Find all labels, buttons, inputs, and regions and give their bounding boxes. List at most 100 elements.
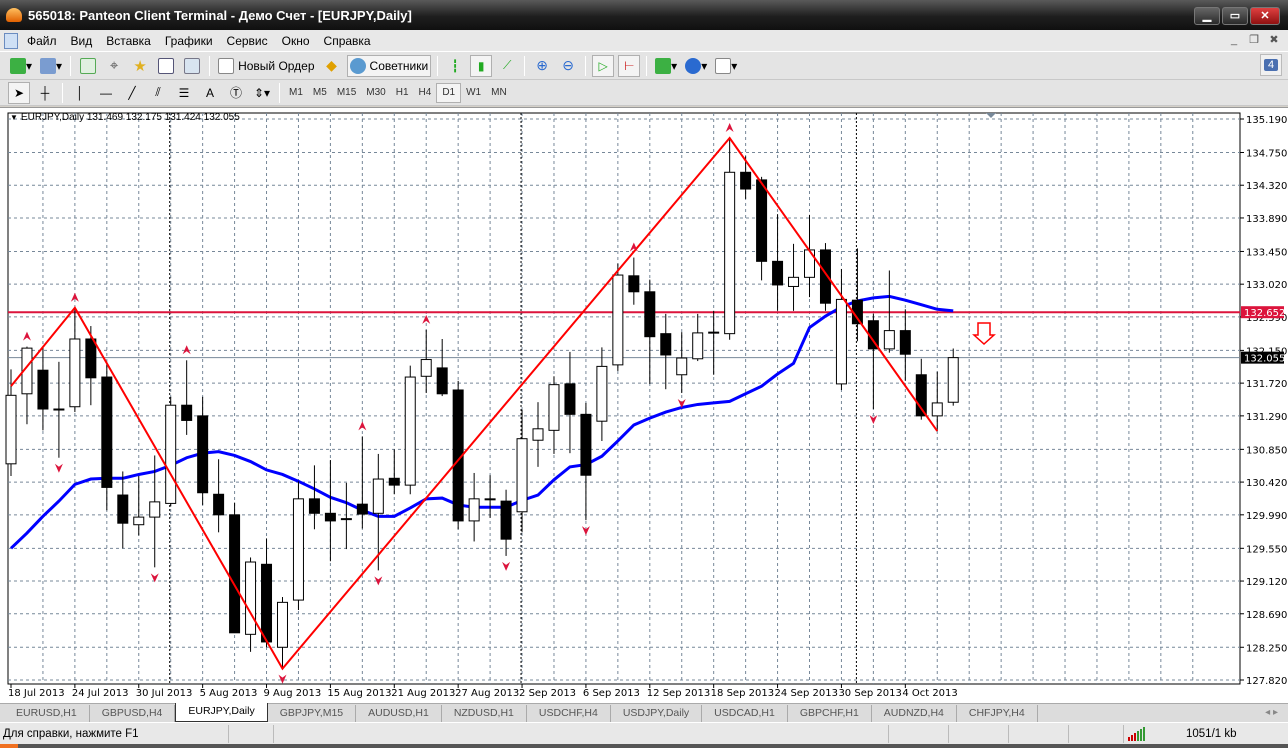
chart-tab[interactable]: AUDUSD,H1	[356, 705, 442, 722]
traffic-counter: 1051/1 kb	[1186, 727, 1237, 740]
new-order-button[interactable]: Новый Ордер	[216, 55, 316, 77]
trendline-tool[interactable]: ╱	[121, 82, 143, 104]
tab-scroll-arrows[interactable]: ◂ ▸	[1265, 707, 1278, 718]
text-label-tool[interactable]: Ⓣ	[225, 82, 247, 104]
menu-tools[interactable]: Сервис	[220, 34, 275, 48]
candle-body	[85, 338, 97, 379]
mdi-minimize-button[interactable]: _	[1226, 33, 1242, 48]
profiles-icon	[40, 57, 57, 74]
y-tick-label: 127.820	[1246, 676, 1287, 687]
y-tick-label: 130.850	[1246, 445, 1287, 456]
templates-button[interactable]: ▾	[713, 55, 739, 77]
timeframe-h1[interactable]: H1	[391, 83, 414, 103]
chart-window-icon[interactable]	[4, 32, 18, 49]
plot-area	[7, 112, 1241, 685]
horizontal-line-tool[interactable]: —	[95, 82, 117, 104]
candle-body	[229, 514, 241, 634]
menu-help[interactable]: Справка	[317, 34, 378, 48]
price-chart[interactable]: 135.190 134.750 134.320 133.890 133.450 133.0…	[0, 108, 1288, 704]
chart-tab[interactable]: GBPUSD,H4	[90, 705, 176, 722]
notifications-button[interactable]: 4	[1260, 54, 1282, 76]
market-watch-button[interactable]	[77, 55, 99, 77]
timeframe-d1[interactable]: D1	[436, 82, 462, 103]
cursor-tool[interactable]: ➤	[8, 81, 30, 104]
new-chart-button[interactable]: ▾	[8, 55, 34, 77]
timeframe-w1[interactable]: W1	[461, 83, 486, 103]
x-tick-label: 30 Jul 2013	[136, 688, 193, 699]
menu-bar: Файл Вид Вставка Графики Сервис Окно Спр…	[0, 30, 1288, 52]
candle-body	[197, 415, 209, 494]
line-chart-icon: ⟋	[502, 58, 512, 72]
candle-body	[564, 383, 576, 415]
timeframe-h4[interactable]: H4	[414, 83, 437, 103]
y-tick-label: 135.190	[1246, 115, 1287, 126]
timeframe-m1[interactable]: M1	[284, 83, 308, 103]
mdi-close-button[interactable]: ✖	[1266, 33, 1282, 48]
x-tick-label: 9 Aug 2013	[264, 688, 322, 699]
timeframe-m5[interactable]: M5	[308, 83, 332, 103]
mdi-restore-button[interactable]: ❐	[1246, 33, 1262, 48]
minimize-button[interactable]: ▁	[1194, 7, 1220, 25]
chart-tab[interactable]: NZDUSD,H1	[442, 705, 527, 722]
y-tick-label: 128.250	[1246, 643, 1287, 654]
plus-chart-icon	[10, 57, 26, 74]
chart-tab[interactable]: GBPCHF,H1	[788, 705, 872, 722]
navigator-button[interactable]: ★	[129, 55, 151, 77]
crosshair-tool[interactable]: ┼	[34, 82, 56, 104]
menu-file[interactable]: Файл	[20, 34, 64, 48]
text-icon: A	[205, 85, 214, 100]
timeframe-mn[interactable]: MN	[486, 83, 512, 103]
window-title: 565018: Panteon Client Terminal - Демо С…	[28, 7, 412, 23]
timeframe-m30[interactable]: M30	[361, 83, 390, 103]
horizontal-line-icon: —	[100, 85, 112, 100]
strategy-tester-button[interactable]	[181, 55, 203, 77]
y-tick-label: 133.020	[1246, 280, 1287, 291]
text-tool[interactable]: A	[199, 82, 221, 104]
timeframe-m15[interactable]: M15	[332, 83, 361, 103]
candle	[612, 263, 624, 371]
menu-charts[interactable]: Графики	[158, 34, 220, 48]
terminal-button[interactable]	[155, 55, 177, 77]
chart-tab[interactable]: USDJPY,Daily	[611, 705, 703, 722]
candle-body	[372, 478, 384, 514]
chart-tab[interactable]: GBPJPY,M15	[268, 705, 357, 722]
periods-button[interactable]: ▾	[683, 55, 709, 77]
profiles-button[interactable]: ▾	[38, 55, 64, 77]
candlestick-chart-button[interactable]: ▮	[470, 54, 493, 77]
indicators-button[interactable]: ▾	[653, 55, 679, 77]
chart-tab[interactable]: CHFJPY,H4	[957, 705, 1038, 722]
close-button[interactable]: ✕	[1250, 7, 1280, 25]
status-bar: Для справки, нажмите F1 1051/1 kb	[0, 722, 1288, 744]
chart-window[interactable]: 135.190 134.750 134.320 133.890 133.450 133.0…	[0, 107, 1288, 703]
menu-view[interactable]: Вид	[64, 34, 100, 48]
chart-menu-triangle-icon[interactable]: ▼	[10, 113, 18, 122]
candle-body	[149, 501, 161, 518]
chart-tab[interactable]: USDCAD,H1	[702, 705, 788, 722]
chart-shift-button[interactable]: ⊢	[618, 54, 641, 77]
experts-button[interactable]: Советники	[346, 54, 432, 77]
data-window-button[interactable]: ⌖	[103, 55, 125, 77]
vertical-line-tool[interactable]: │	[69, 82, 91, 104]
chart-tabs: EURUSD,H1 GBPUSD,H4 EURJPY,Daily GBPJPY,M15…	[0, 703, 1288, 722]
menu-window[interactable]: Окно	[275, 34, 317, 48]
auto-scroll-button[interactable]: ▷	[592, 54, 615, 77]
alert-button[interactable]: ◆	[321, 55, 343, 77]
chart-tab[interactable]: USDCHF,H4	[527, 705, 611, 722]
menu-insert[interactable]: Вставка	[99, 34, 158, 48]
candle-body	[69, 338, 81, 408]
maximize-button[interactable]: ▭	[1222, 7, 1248, 25]
chart-tab[interactable]: EURUSD,H1	[4, 705, 90, 722]
auto-scroll-icon: ▷	[598, 58, 608, 73]
bar-chart-button[interactable]: ┇	[444, 55, 466, 77]
chart-tab[interactable]: EURJPY,Daily	[175, 703, 268, 722]
line-chart-button[interactable]: ⟋	[496, 55, 518, 77]
zoom-in-button[interactable]: ⊕	[531, 55, 553, 77]
candle	[165, 396, 177, 507]
arrows-tool[interactable]: ⇕▾	[251, 82, 273, 104]
equidistant-channel-tool[interactable]: ⫽	[147, 82, 169, 104]
chart-tab[interactable]: AUDNZD,H4	[872, 705, 957, 722]
zoom-out-button[interactable]: ⊖	[557, 55, 579, 77]
fibonacci-tool[interactable]: ☰	[173, 82, 195, 104]
candle-body	[276, 601, 288, 648]
candle-body	[37, 369, 49, 410]
